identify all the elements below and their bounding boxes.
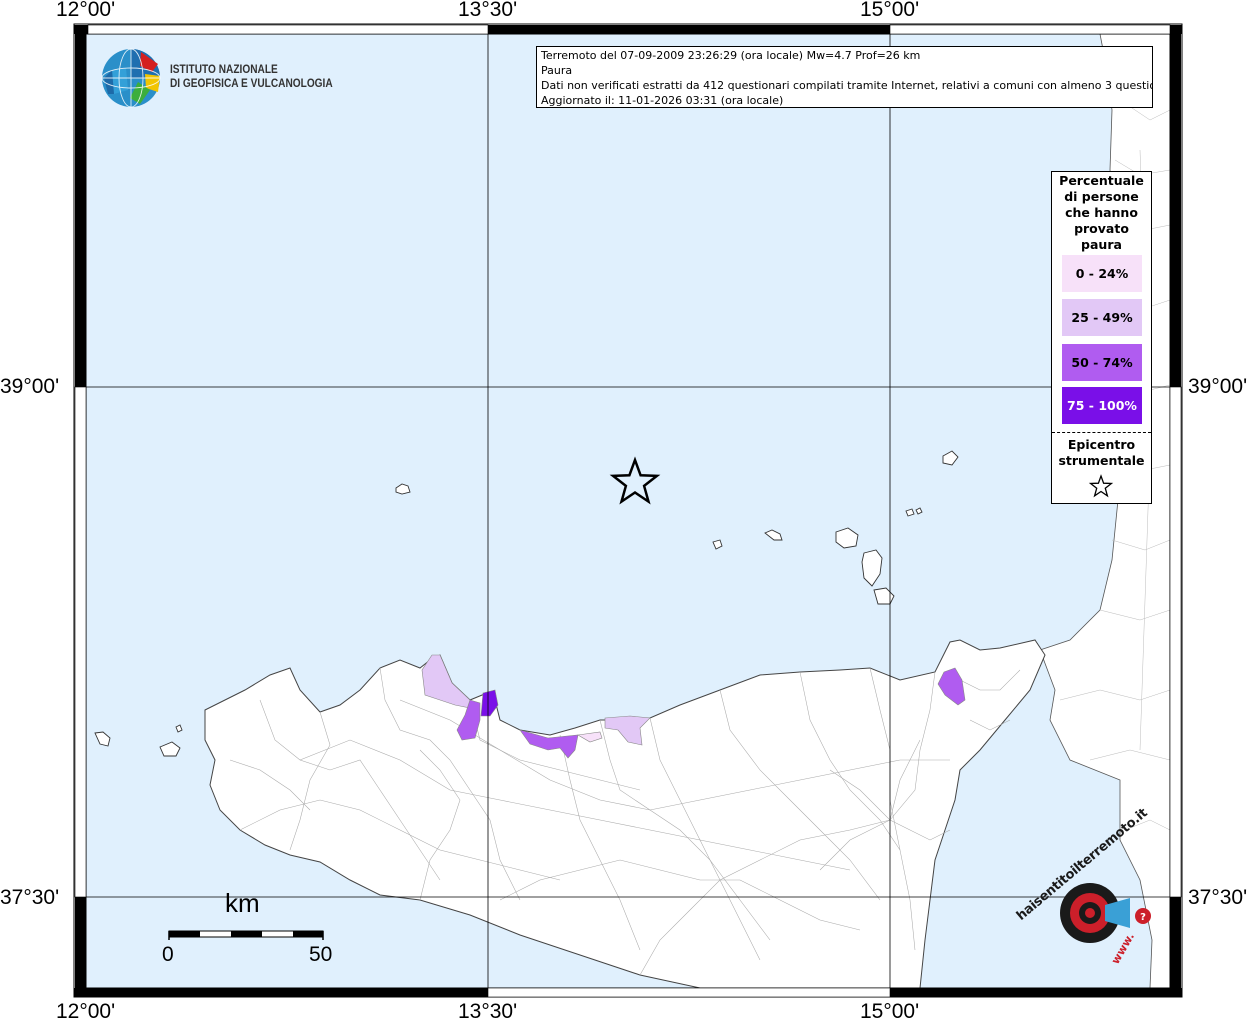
svg-text:?: ? [1140, 912, 1146, 923]
scale-start: 0 [162, 943, 174, 966]
coord-bottom-1: 12°00' [56, 1000, 116, 1023]
ingv-name-line2: DI GEOFISICA E VULCANOLOGIA [170, 78, 333, 90]
legend-title-line: che hanno [1065, 205, 1138, 220]
scale-end: 50 [309, 943, 333, 966]
coord-top-1: 12°00' [56, 0, 116, 21]
legend-divider [1052, 432, 1151, 433]
legend-class-50-74: 50 - 74% [1062, 344, 1142, 381]
scale-unit: km [225, 888, 260, 918]
coord-left-2: 37°30' [0, 886, 60, 909]
legend-star-icon [1088, 474, 1114, 498]
coord-right-1: 39°00' [1188, 375, 1248, 398]
coord-left-1: 39°00' [0, 375, 60, 398]
coord-top-2: 13°30' [458, 0, 518, 21]
legend-title-line: Percentuale [1059, 173, 1144, 188]
legend-class-25-49: 25 - 49% [1062, 299, 1142, 336]
coord-bottom-2: 13°30' [458, 1000, 518, 1023]
legend-class-75-100: 75 - 100% [1062, 387, 1142, 424]
legend-class-0-24: 0 - 24% [1062, 255, 1142, 292]
legend-title-line: provato [1074, 221, 1129, 236]
legend-title: Percentuale di persone che hanno provato… [1052, 173, 1151, 253]
coord-top-3: 15°00' [860, 0, 920, 21]
ingv-globe-logo [101, 48, 161, 108]
legend-title-line: paura [1081, 237, 1122, 252]
info-box: Terremoto del 07-09-2009 23:26:29 (ora l… [536, 46, 1153, 108]
ingv-name-line1: ISTITUTO NAZIONALE [170, 64, 278, 76]
legend-epicenter-line: strumentale [1058, 453, 1145, 468]
info-line-disclaimer: Dati non verificati estratti da 412 ques… [541, 79, 1153, 92]
coord-bottom-3: 15°00' [860, 1000, 920, 1023]
info-line-event: Terremoto del 07-09-2009 23:26:29 (ora l… [541, 49, 921, 62]
ingv-name: ISTITUTO NAZIONALE DI GEOFISICA E VULCAN… [170, 63, 333, 91]
legend-epicenter-line: Epicentro [1067, 437, 1136, 452]
legend: Percentuale di persone che hanno provato… [1051, 171, 1152, 504]
coord-right-2: 37°30' [1188, 886, 1248, 909]
info-line-updated: Aggiornato il: 11-01-2026 03:31 (ora loc… [541, 94, 784, 107]
legend-epicenter-label: Epicentro strumentale [1052, 437, 1151, 469]
legend-title-line: di persone [1064, 189, 1139, 204]
info-line-parameter: Paura [541, 64, 573, 77]
